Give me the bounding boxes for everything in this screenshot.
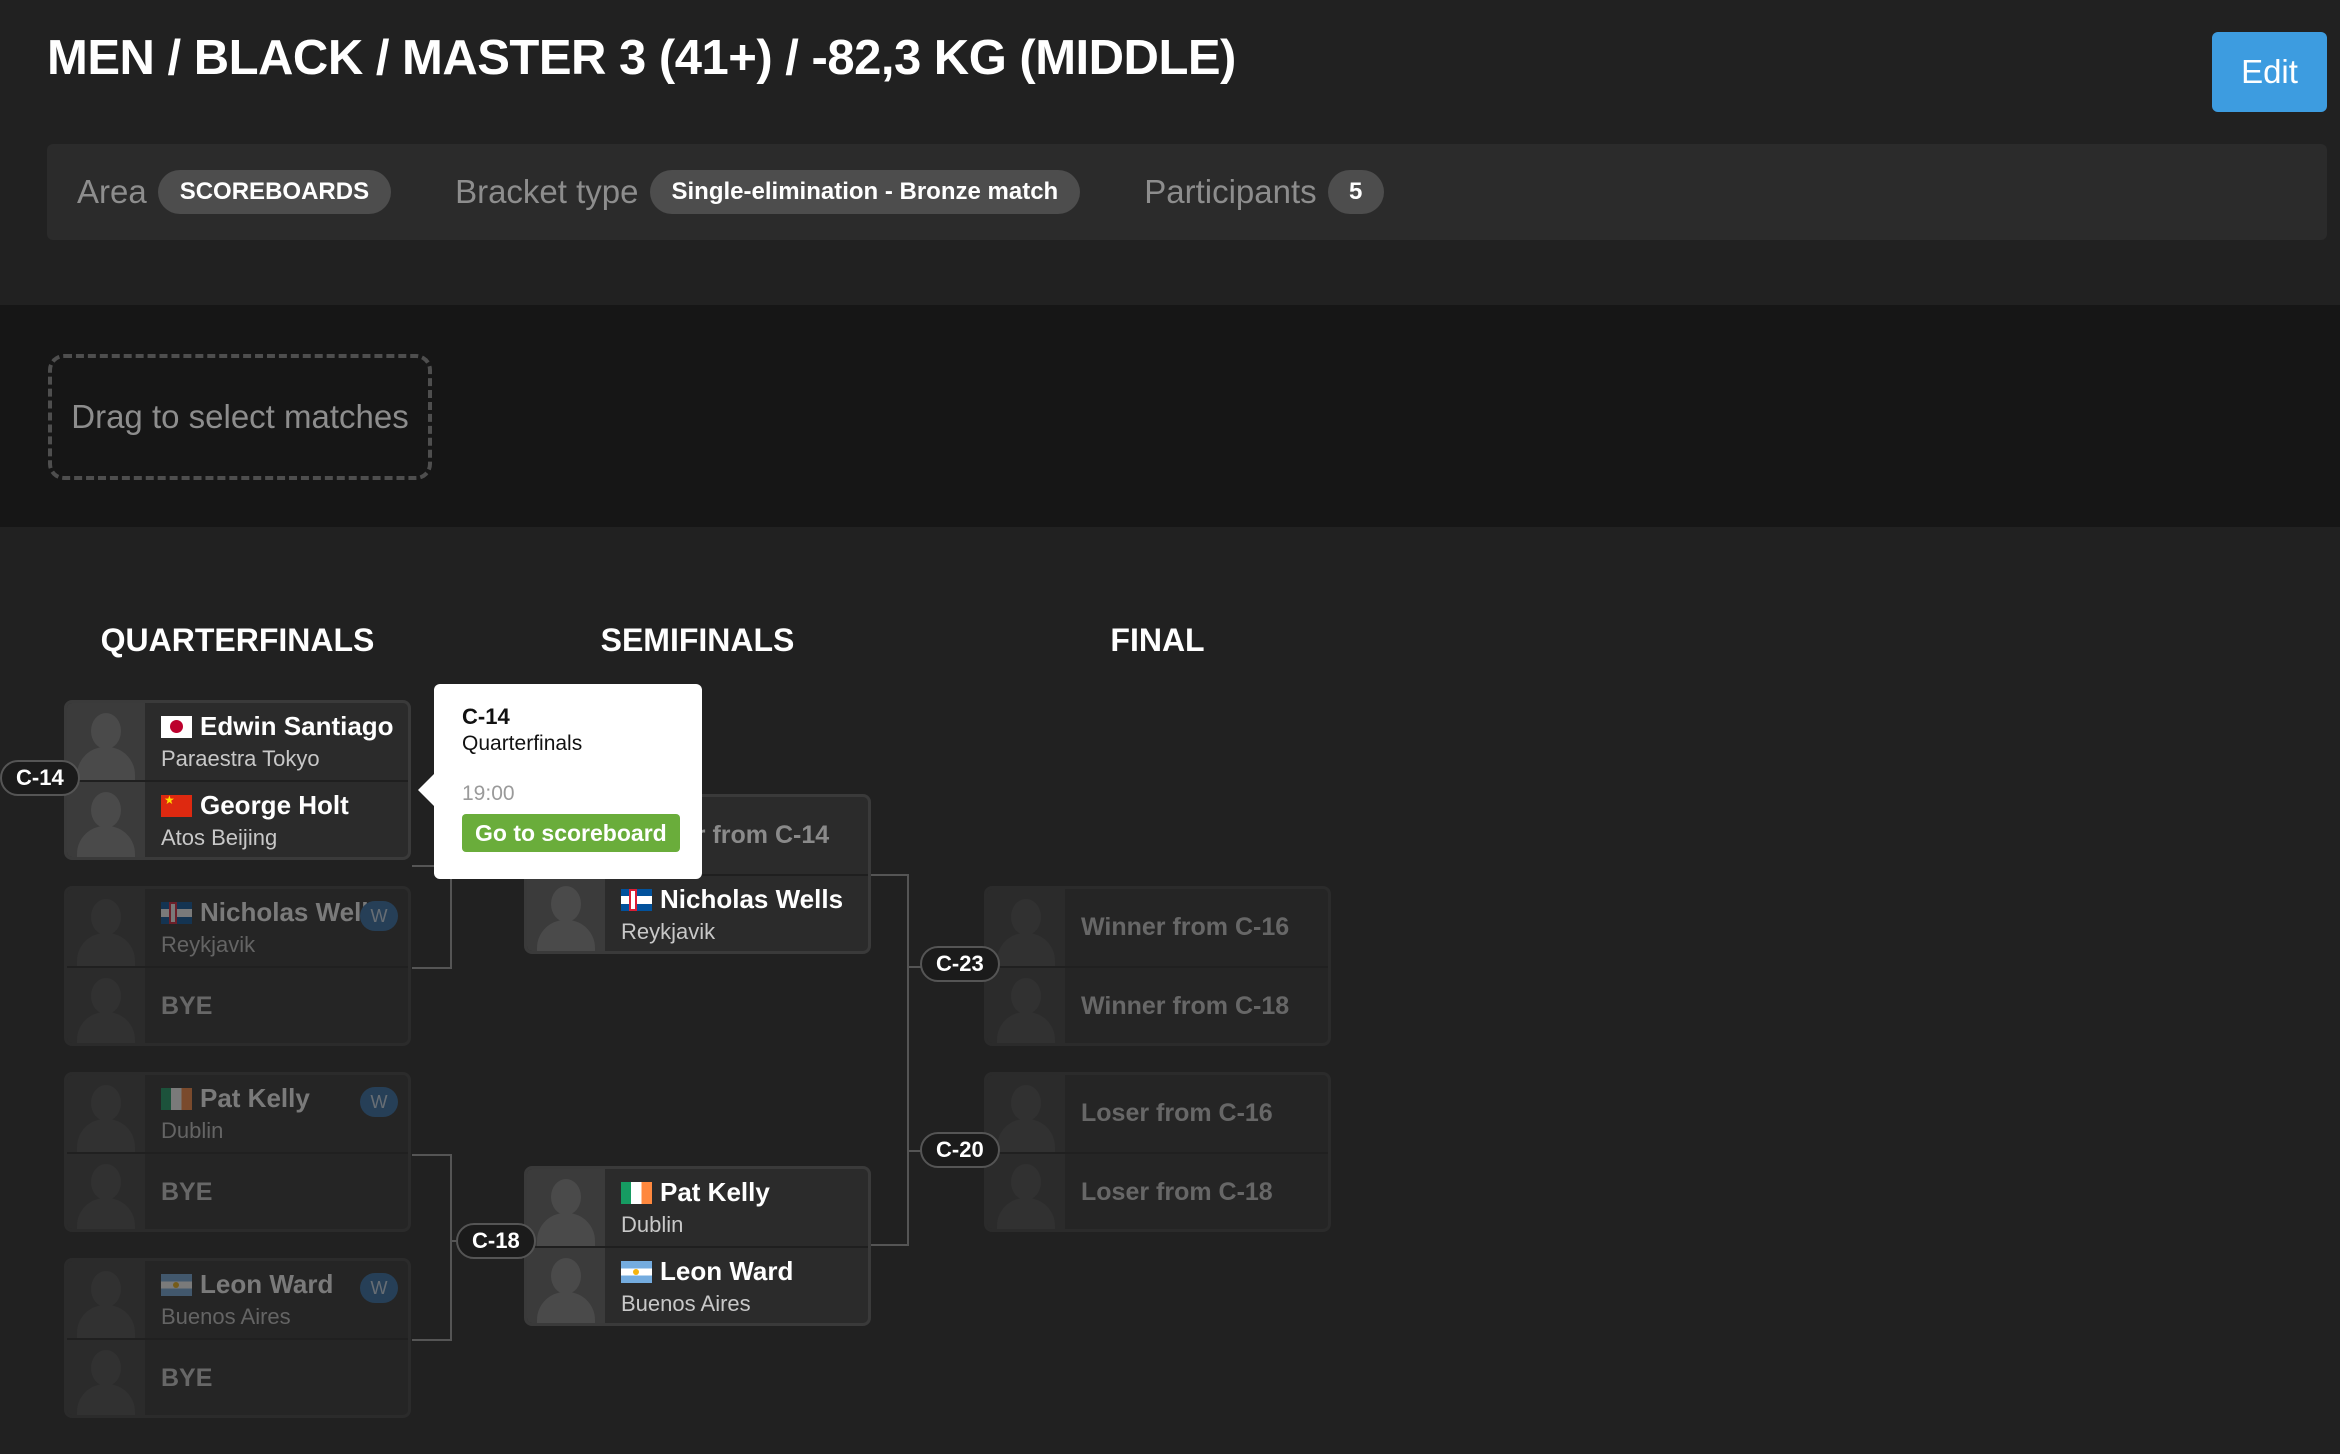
bracket-type-label: Bracket type: [455, 173, 639, 210]
match-slot[interactable]: Pat Kelly Dublin W: [67, 1075, 408, 1152]
match-card-qf4[interactable]: Leon Ward Buenos Aires W BYE: [64, 1258, 411, 1418]
competitor-club: Paraestra Tokyo: [161, 746, 320, 771]
china-flag-icon: [161, 794, 192, 817]
match-tag-c23[interactable]: C-23: [920, 946, 1000, 982]
match-slot[interactable]: Winner from C-16: [987, 889, 1328, 966]
competitor-club: Buenos Aires: [621, 1291, 751, 1316]
match-slot[interactable]: Loser from C-18: [987, 1152, 1328, 1229]
tooltip-round: Quarterfinals: [462, 732, 583, 755]
avatar: [67, 1075, 145, 1152]
avatar: [987, 1075, 1065, 1152]
match-slot[interactable]: BYE: [67, 1152, 408, 1229]
match-slot[interactable]: Nicholas Wells Reykjavik: [527, 874, 868, 951]
bracket-connector: [871, 874, 909, 1246]
japan-flag-icon: [161, 715, 192, 738]
bracket-connector: [412, 865, 452, 969]
avatar: [67, 889, 145, 966]
placeholder-label: Loser from C-18: [1081, 1178, 1273, 1206]
avatar: [987, 889, 1065, 966]
match-card-c18[interactable]: Pat Kelly Dublin Leon Ward Buenos Aires: [524, 1166, 871, 1326]
match-slot[interactable]: George Holt Atos Beijing: [67, 780, 408, 857]
iceland-flag-icon: [161, 901, 192, 924]
competitor-club: Dublin: [621, 1212, 684, 1237]
match-tag-c14[interactable]: C-14: [0, 760, 80, 796]
tooltip-match-id: C-14: [462, 704, 510, 729]
match-card-c14[interactable]: Edwin Santiago Paraestra Tokyo George Ho…: [64, 700, 411, 860]
match-slot[interactable]: Edwin Santiago Paraestra Tokyo: [67, 703, 408, 780]
match-slot[interactable]: Pat Kelly Dublin: [527, 1169, 868, 1246]
round-title-final: FINAL: [1110, 622, 1205, 658]
avatar: [527, 876, 605, 951]
go-to-scoreboard-button[interactable]: Go to scoreboard: [462, 814, 680, 852]
edit-button[interactable]: Edit: [2212, 32, 2327, 112]
area-label: Area: [77, 173, 147, 210]
avatar: [987, 968, 1065, 1043]
match-slot[interactable]: Leon Ward Buenos Aires W: [67, 1261, 408, 1338]
avatar: [527, 1248, 605, 1323]
ireland-flag-icon: [161, 1087, 192, 1110]
round-title-semifinals: SEMIFINALS: [600, 622, 795, 658]
bracket-type-badge: Single-elimination - Bronze match: [649, 170, 1081, 214]
bracket-type-info: Bracket type Single-elimination - Bronze…: [455, 170, 1081, 214]
match-slot[interactable]: Leon Ward Buenos Aires: [527, 1246, 868, 1323]
iceland-flag-icon: [621, 888, 652, 911]
match-slot[interactable]: BYE: [67, 966, 408, 1043]
winner-badge: W: [360, 1273, 398, 1303]
avatar: [527, 1169, 605, 1246]
placeholder-label: Winner from C-16: [1081, 913, 1290, 941]
competitor-name: Leon Ward: [660, 1256, 794, 1286]
competitor-name: George Holt: [200, 790, 349, 820]
avatar: [987, 1154, 1065, 1229]
tooltip-time: 19:00: [462, 782, 515, 805]
ireland-flag-icon: [621, 1181, 652, 1204]
placeholder-label: Loser from C-16: [1081, 1099, 1273, 1127]
competitor-name: Edwin Santiago: [200, 711, 394, 741]
match-tag-c18[interactable]: C-18: [456, 1223, 536, 1259]
match-slot[interactable]: Loser from C-16: [987, 1075, 1328, 1152]
match-slot[interactable]: Winner from C-18: [987, 966, 1328, 1043]
match-card-qf2[interactable]: Nicholas Wells Reykjavik W BYE: [64, 886, 411, 1046]
page-title: MEN / BLACK / MASTER 3 (41+) / -82,3 KG …: [47, 31, 1236, 85]
competitor-club: Reykjavik: [621, 919, 716, 944]
argentina-flag-icon: [621, 1260, 652, 1283]
competitor-club: Atos Beijing: [161, 825, 278, 850]
match-slot[interactable]: Nicholas Wells Reykjavik W: [67, 889, 408, 966]
bye-label: BYE: [161, 1364, 213, 1392]
participants-label: Participants: [1144, 173, 1317, 210]
round-title-quarterfinals: QUARTERFINALS: [100, 622, 375, 658]
match-card-c23[interactable]: Winner from C-16 Winner from C-18: [984, 886, 1331, 1046]
area-info: Area SCOREBOARDS: [77, 170, 392, 214]
argentina-flag-icon: [161, 1273, 192, 1296]
participants-info: Participants 5: [1144, 170, 1384, 214]
bye-label: BYE: [161, 1178, 213, 1206]
avatar: [67, 1261, 145, 1338]
match-tooltip: C-14 Quarterfinals 19:00 Go to scoreboar…: [418, 684, 702, 879]
avatar: [67, 1340, 145, 1415]
competitor-name: Nicholas Wells: [200, 897, 384, 927]
competitor-name: Pat Kelly: [660, 1177, 770, 1207]
area-badge: SCOREBOARDS: [157, 170, 392, 214]
competitor-name: Pat Kelly: [200, 1083, 310, 1113]
competitor-club: Buenos Aires: [161, 1304, 291, 1329]
avatar: [67, 703, 145, 780]
avatar: [67, 1154, 145, 1229]
match-card-c20[interactable]: Loser from C-16 Loser from C-18: [984, 1072, 1331, 1232]
participants-count-badge: 5: [1327, 170, 1384, 214]
match-card-qf3[interactable]: Pat Kelly Dublin W BYE: [64, 1072, 411, 1232]
match-slot[interactable]: BYE: [67, 1338, 408, 1415]
winner-badge: W: [360, 1087, 398, 1117]
winner-badge: W: [360, 901, 398, 931]
avatar: [67, 782, 145, 857]
match-tag-c20[interactable]: C-20: [920, 1132, 1000, 1168]
bracket-connector: [412, 1154, 452, 1341]
competitor-club: Reykjavik: [161, 932, 256, 957]
drag-select-area[interactable]: Drag to select matches: [48, 354, 432, 480]
category-info-bar: Area SCOREBOARDS Bracket type Single-eli…: [47, 144, 2327, 240]
bye-label: BYE: [161, 992, 213, 1020]
competitor-club: Dublin: [161, 1118, 224, 1143]
competitor-name: Leon Ward: [200, 1269, 334, 1299]
placeholder-label: Winner from C-18: [1081, 992, 1290, 1020]
avatar: [67, 968, 145, 1043]
competitor-name: Nicholas Wells: [660, 884, 844, 914]
